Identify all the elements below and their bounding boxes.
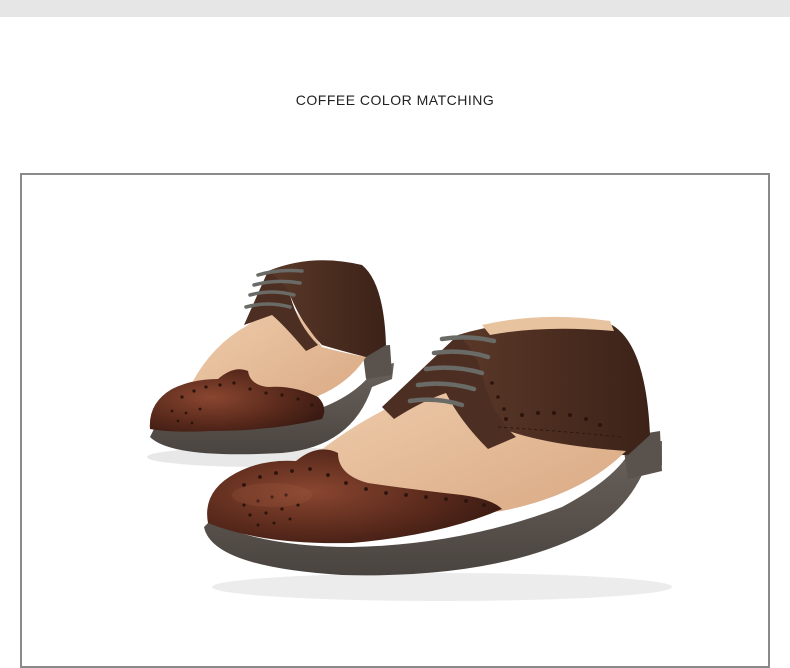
- brogue-shoes-illustration: [147, 260, 672, 601]
- top-bar: [0, 0, 790, 17]
- page-title: COFFEE COLOR MATCHING: [295, 92, 495, 108]
- product-photo: [20, 173, 770, 668]
